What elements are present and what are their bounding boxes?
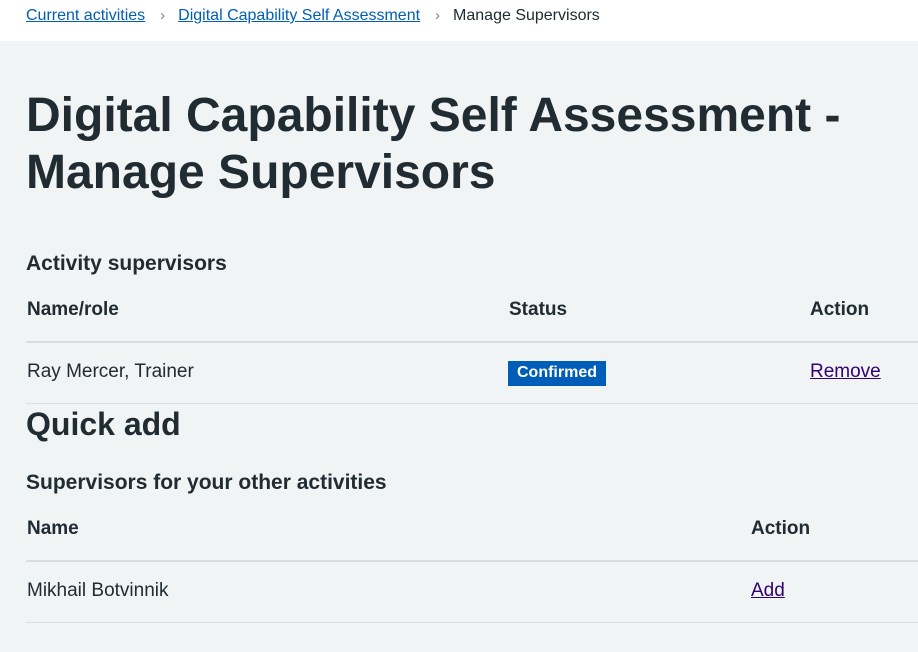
supervisor-name: Mikhail Botvinnik [27,580,169,601]
column-header-name: Name [27,518,79,539]
quick-add-heading: Quick add [26,406,181,442]
add-supervisor-link[interactable]: Add [751,579,785,603]
column-header-action: Action [810,299,870,320]
breadcrumb: Current activities › Digital Capability … [26,6,600,26]
supervisor-name: Ray Mercer, Trainer [27,361,194,382]
activity-supervisors-heading: Activity supervisors [26,252,227,275]
breadcrumb-link-digital-capability[interactable]: Digital Capability Self Assessment [178,6,420,26]
table-row-divider [26,403,918,404]
status-badge: Confirmed [508,361,606,386]
breadcrumb-link-current-activities[interactable]: Current activities [26,6,145,26]
remove-supervisor-link[interactable]: Remove [810,360,881,384]
table-header-divider [26,560,918,562]
breadcrumb-current: Manage Supervisors [453,7,600,24]
column-header-action: Action [751,518,811,539]
column-header-name-role: Name/role [27,299,119,320]
other-activities-supervisors-heading: Supervisors for your other activities [26,471,387,494]
chevron-right-icon: › [160,7,166,24]
table-header-divider [26,341,918,343]
page-title: Digital Capability Self Assessment - Man… [26,89,841,199]
breadcrumb-bar: Current activities › Digital Capability … [0,0,918,41]
table-row-divider [26,622,918,623]
chevron-right-icon: › [435,7,441,24]
column-header-status: Status [509,299,568,320]
